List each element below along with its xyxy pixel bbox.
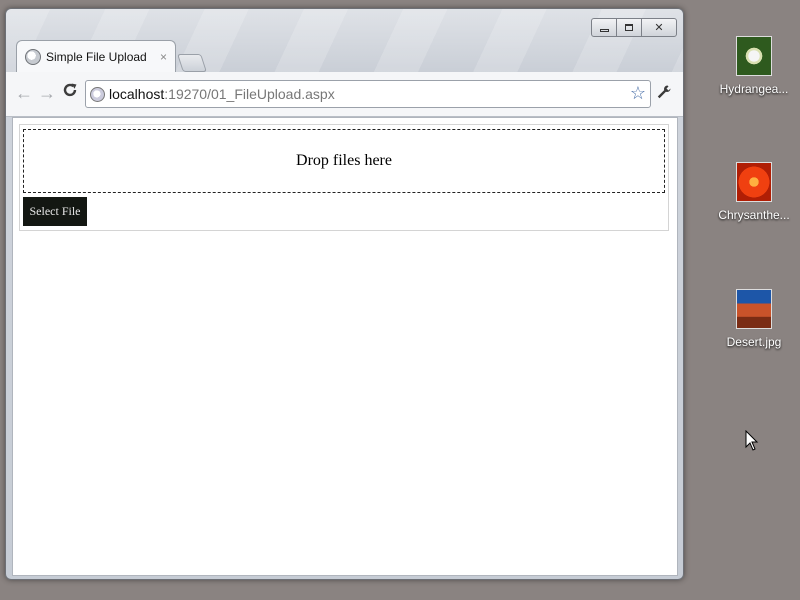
minimize-button[interactable] (591, 18, 617, 37)
reload-icon[interactable] (62, 82, 78, 103)
close-icon: ✕ (654, 22, 664, 34)
bookmark-star-icon[interactable]: ☆ (630, 83, 646, 104)
upload-panel: Drop files here Select File (19, 124, 669, 231)
maximize-button[interactable] (616, 18, 642, 37)
desktop-icon-desert[interactable]: Desert.jpg (717, 289, 791, 349)
image-file-icon (736, 289, 772, 329)
close-window-button[interactable]: ✕ (641, 18, 677, 37)
desktop-icon-label: Hydrangea... (719, 82, 789, 96)
tab-simple-file-upload[interactable]: Simple File Upload × (16, 40, 176, 73)
desktop-icon-label: Chrysanthe... (718, 208, 790, 222)
browser-window: ✕ Simple File Upload × ← → localhost:192… (5, 8, 684, 580)
select-file-button[interactable]: Select File (23, 197, 87, 226)
globe-icon (25, 49, 41, 65)
wrench-icon[interactable] (656, 84, 672, 105)
image-file-icon (736, 36, 772, 76)
image-file-icon (736, 162, 772, 202)
forward-arrow-icon[interactable]: → (38, 83, 56, 104)
tab-close-icon[interactable]: × (160, 50, 167, 64)
address-bar[interactable]: localhost:19270/01_FileUpload.aspx ☆ (85, 80, 651, 108)
desktop-icon-chrysanthemum[interactable]: Chrysanthe... (717, 162, 791, 222)
globe-icon (90, 86, 105, 102)
drop-zone-label: Drop files here (296, 152, 392, 169)
drop-zone[interactable]: Drop files here (23, 129, 665, 193)
back-arrow-icon[interactable]: ← (15, 83, 33, 104)
desktop-icon-label: Desert.jpg (726, 335, 782, 349)
browser-toolbar: ← → localhost:19270/01_FileUpload.aspx ☆ (6, 72, 683, 117)
tab-title: Simple File Upload (46, 50, 147, 64)
window-controls: ✕ (591, 18, 677, 37)
page-content: Drop files here Select File (12, 117, 678, 576)
mouse-cursor-icon (745, 430, 759, 451)
url-host: localhost (109, 86, 165, 102)
url-path: :19270/01_FileUpload.aspx (164, 86, 335, 102)
url-text: localhost:19270/01_FileUpload.aspx (109, 86, 335, 102)
desktop-icon-hydrangea[interactable]: Hydrangea... (717, 36, 791, 96)
